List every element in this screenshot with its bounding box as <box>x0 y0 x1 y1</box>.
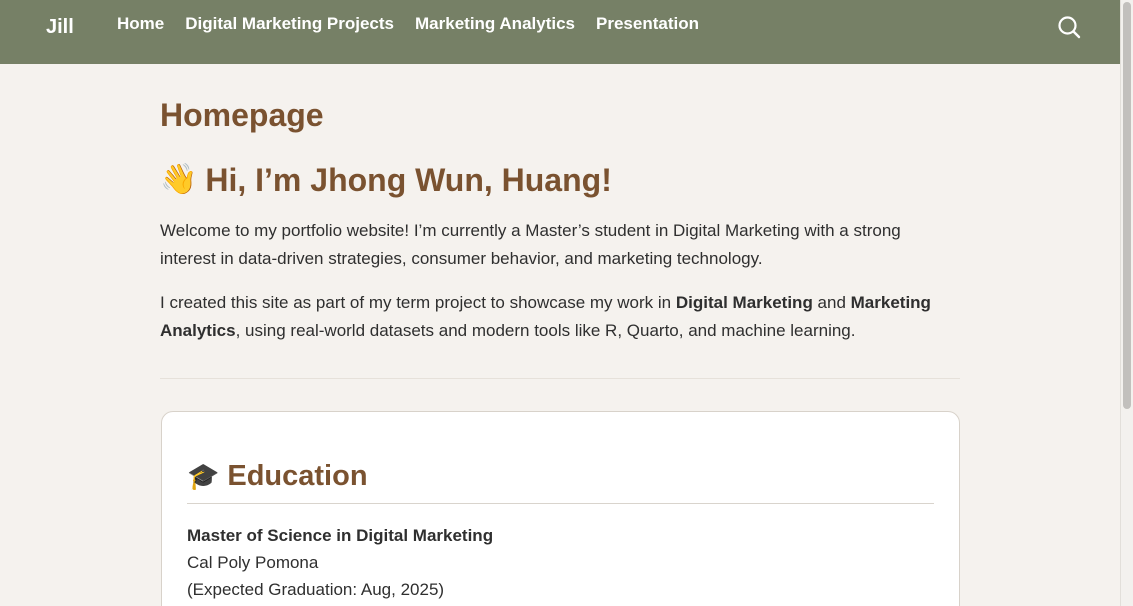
main-content: Homepage 👋 Hi, I’m Jhong Wun, Huang! Wel… <box>160 95 960 379</box>
project-paragraph: I created this site as part of my term p… <box>160 289 960 344</box>
waving-hand-icon: 👋 <box>160 163 198 196</box>
degree-name: Master of Science in Digital Marketing <box>187 526 494 545</box>
project-text-bold-digital-marketing: Digital Marketing <box>675 293 813 312</box>
hero-text: Hi, I’m Jhong Wun, Huang! <box>205 162 612 198</box>
scrollbar-thumb[interactable] <box>1123 2 1131 409</box>
education-heading: 🎓 Education <box>187 460 368 493</box>
nav-link-marketing-analytics[interactable]: Marketing Analytics <box>415 14 575 34</box>
page-title: Homepage <box>160 97 324 133</box>
project-text-mid: and <box>812 293 851 312</box>
nav-links: Home Digital Marketing Projects Marketin… <box>117 14 699 34</box>
education-card: 🎓 Education Master of Science in Digital… <box>161 411 960 606</box>
search-icon[interactable] <box>1057 15 1081 39</box>
intro-paragraph: Welcome to my portfolio website! I’m cur… <box>160 221 901 268</box>
school-name: Cal Poly Pomona <box>187 553 319 572</box>
section-divider <box>160 378 960 379</box>
brand-link[interactable]: Jill <box>46 16 74 39</box>
graduation-date: (Expected Graduation: Aug, 2025) <box>187 580 445 599</box>
project-text-end: , using real-world datasets and modern t… <box>235 320 856 340</box>
education-heading-text: Education <box>227 460 368 492</box>
hero-heading: 👋 Hi, I’m Jhong Wun, Huang! <box>160 160 960 200</box>
education-rule <box>187 503 934 504</box>
nav-link-digital-marketing-projects[interactable]: Digital Marketing Projects <box>185 14 394 34</box>
graduation-cap-icon: 🎓 <box>187 461 220 491</box>
nav-link-presentation[interactable]: Presentation <box>596 14 699 34</box>
nav-link-home[interactable]: Home <box>117 14 164 34</box>
education-details: Master of Science in Digital Marketing C… <box>187 522 493 603</box>
project-text-start: I created this site as part of my term p… <box>160 293 676 312</box>
navbar: Jill Home Digital Marketing Projects Mar… <box>0 0 1120 64</box>
